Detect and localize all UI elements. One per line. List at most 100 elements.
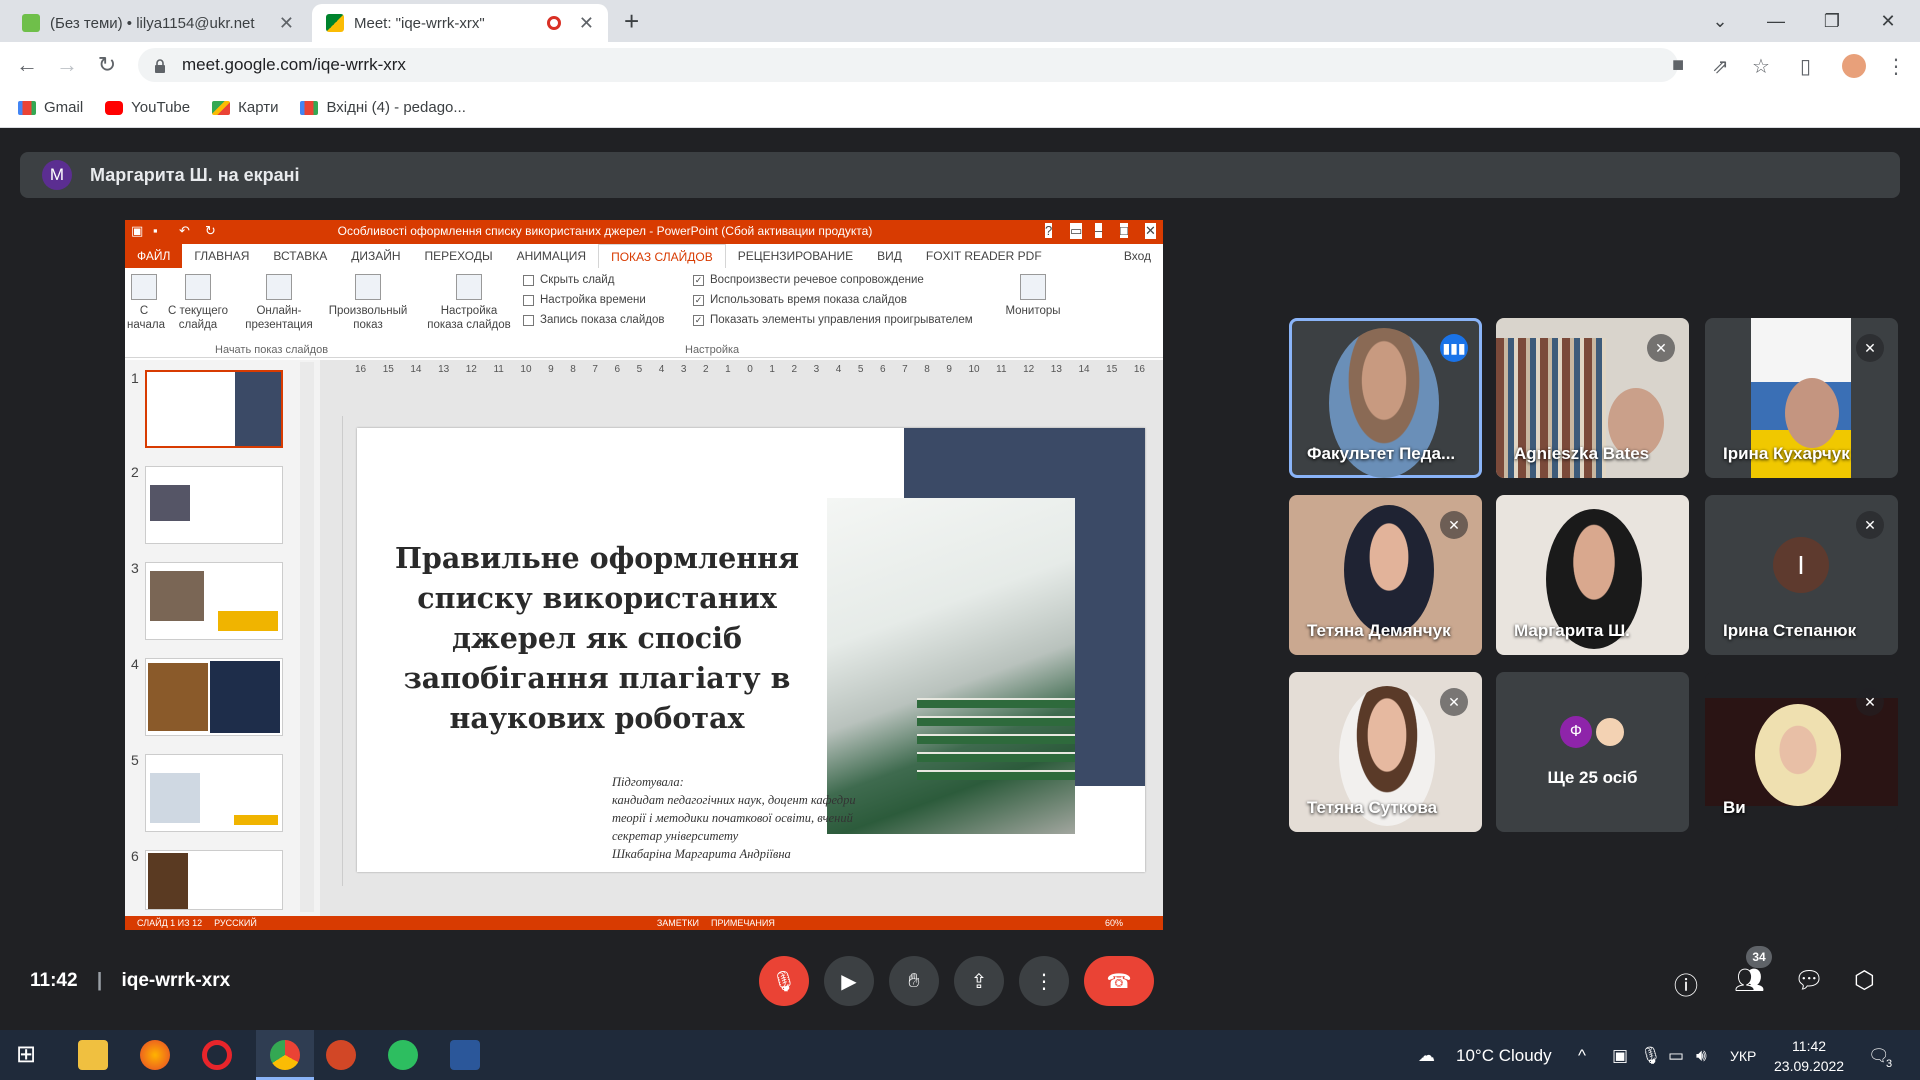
camera-toggle-button[interactable]: ▶ xyxy=(824,956,874,1006)
notification-count: 3 xyxy=(1886,1058,1893,1070)
participant-tile[interactable]: ✕ Agnieszka Bates xyxy=(1496,318,1689,478)
participant-name: Маргарита Ш. xyxy=(1514,621,1630,640)
mic-tray-icon[interactable]: 🎙︎ xyxy=(1640,1046,1662,1066)
participant-tile-others[interactable]: Ф Ще 25 осіб xyxy=(1496,672,1689,832)
close-icon[interactable]: ✕ xyxy=(579,13,594,34)
activities-icon[interactable]: ⬡ xyxy=(1854,966,1875,995)
mic-toggle-button[interactable]: 🎙︎ xyxy=(759,956,809,1006)
tab-mail[interactable]: (Без теми) • lilya1154@ukr.net ✕ xyxy=(8,4,308,42)
ruler-tick: 7 xyxy=(902,364,908,375)
tab-meet-title: Meet: "iqe-wrrk-xrx" xyxy=(354,14,485,32)
ppt-window-title: Особливості оформлення списку використан… xyxy=(337,224,873,238)
participant-name: Agnieszka Bates xyxy=(1514,444,1650,463)
participant-name: Факультет Педа... xyxy=(1307,444,1456,463)
end-call-button[interactable]: ☎ xyxy=(1084,956,1154,1006)
side-panel-icon[interactable]: ▯ xyxy=(1800,54,1811,79)
author-line: кандидат педагогічних наук, доцент кафед… xyxy=(612,793,856,807)
more-options-button[interactable]: ⋮ xyxy=(1019,956,1069,1006)
bookmark-gmail[interactable]: Gmail xyxy=(18,99,83,116)
ppt-tab-transitions: ПЕРЕХОДЫ xyxy=(424,249,493,263)
powerpoint-icon[interactable] xyxy=(326,1040,356,1070)
close-window-button[interactable]: ✕ xyxy=(1860,0,1916,42)
language-indicator[interactable]: УКР xyxy=(1730,1048,1756,1064)
people-icon[interactable]: 👥︎ xyxy=(1734,966,1764,995)
telegram-icon[interactable] xyxy=(388,1040,418,1070)
back-icon[interactable]: ← xyxy=(12,50,42,80)
bookmark-youtube[interactable]: YouTube xyxy=(105,99,190,116)
participant-tile[interactable]: ✕ Тетяна Демянчук xyxy=(1289,495,1482,655)
tab-meet[interactable]: Meet: "iqe-wrrk-xrx" ✕ xyxy=(312,4,608,42)
participant-tile-self[interactable]: ✕ Ви xyxy=(1705,672,1898,832)
word-icon[interactable] xyxy=(450,1040,480,1070)
minimize-button[interactable]: — xyxy=(1748,0,1804,42)
author-line: Підготувала: xyxy=(612,775,684,789)
meeting-code: iqe-wrrk-xrx xyxy=(121,970,231,991)
address-bar[interactable]: meet.google.com/iqe-wrrk-xrx xyxy=(138,48,1678,82)
youtube-icon xyxy=(105,100,124,115)
ribbon-label: Мониторы xyxy=(1005,305,1061,317)
mic-off-icon: ✕ xyxy=(1856,334,1884,362)
info-icon[interactable]: ⓘ xyxy=(1674,966,1698,1001)
ruler-tick: 8 xyxy=(570,364,576,375)
slide-thumbnail xyxy=(145,466,283,544)
bookmark-maps[interactable]: Карти xyxy=(212,99,278,116)
participant-tile[interactable]: І ✕ Ірина Степанюк xyxy=(1705,495,1898,655)
ruler-tick: 5 xyxy=(636,364,643,375)
present-screen-button[interactable]: ⇪ xyxy=(954,956,1004,1006)
profile-avatar[interactable] xyxy=(1842,54,1866,78)
maximize-button[interactable]: ❐ xyxy=(1804,0,1860,42)
meet-tray-icon[interactable]: ▣ xyxy=(1612,1046,1628,1066)
ruler-tick: 9 xyxy=(946,364,952,375)
bookmark-inbox[interactable]: Вхідні (4) - pedago... xyxy=(300,99,466,116)
ribbon-label: Использовать время показа слайдов xyxy=(710,294,907,306)
ruler-tick: 12 xyxy=(1023,364,1035,375)
ruler-tick: 1 xyxy=(725,364,731,375)
forward-icon[interactable]: → xyxy=(52,50,82,80)
thumb-number: 5 xyxy=(131,752,139,768)
mic-off-icon: ✕ xyxy=(1440,511,1468,539)
file-explorer-icon[interactable] xyxy=(78,1040,108,1070)
speaking-indicator-icon: ▮▮▮ xyxy=(1440,334,1468,362)
camera-icon: ▶ xyxy=(841,970,857,993)
paper-layer xyxy=(917,734,1075,744)
close-icon[interactable]: ✕ xyxy=(279,13,294,34)
weather-icon[interactable]: ☁ xyxy=(1418,1046,1435,1066)
mic-off-icon: ✕ xyxy=(1856,511,1884,539)
thumb-number: 3 xyxy=(131,560,139,576)
volume-icon[interactable]: 🔊︎ xyxy=(1696,1046,1707,1066)
reload-icon[interactable]: ↻ xyxy=(92,50,122,80)
ribbon-display-icon: ▭ xyxy=(1070,223,1083,239)
chat-icon[interactable]: 💬︎ xyxy=(1794,966,1824,995)
ruler-tick: 10 xyxy=(520,364,532,375)
weather-text[interactable]: 10°C Cloudy xyxy=(1456,1046,1552,1066)
tray-chevron-icon[interactable]: ^ xyxy=(1578,1046,1586,1066)
people-count-badge: 34 xyxy=(1746,946,1772,968)
participant-tile[interactable]: ▮▮▮ Факультет Педа... xyxy=(1289,318,1482,478)
ribbon-label: С текущего слайда xyxy=(167,305,228,331)
chrome-icon[interactable] xyxy=(270,1040,300,1070)
raise-hand-button[interactable]: ✋︎ xyxy=(889,956,939,1006)
windows-start-icon[interactable]: ⊞ xyxy=(16,1040,46,1070)
more-vert-icon: ⋮ xyxy=(1034,970,1054,993)
participant-tile[interactable]: ✕ Тетяна Суткова xyxy=(1289,672,1482,832)
share-icon[interactable]: ⇗ xyxy=(1712,54,1729,79)
firefox-icon[interactable] xyxy=(140,1040,170,1070)
slide-thumbnail xyxy=(145,850,283,910)
status-comments: ПРИМЕЧАНИЯ xyxy=(710,918,775,928)
ppt-tab-insert: ВСТАВКА xyxy=(273,249,328,263)
camera-indicator-icon[interactable]: ■ xyxy=(1672,54,1684,77)
participant-tile[interactable]: Маргарита Ш. xyxy=(1496,495,1689,655)
menu-dots-icon[interactable]: ⋮ xyxy=(1886,54,1906,79)
more-participants-label: Ще 25 осіб xyxy=(1547,768,1638,787)
taskbar-clock[interactable]: 11:42 23.09.2022 xyxy=(1774,1036,1844,1076)
tab-search-icon[interactable]: ⌄ xyxy=(1692,0,1748,42)
ruler-tick: 6 xyxy=(614,364,621,375)
bookmark-star-icon[interactable]: ☆ xyxy=(1752,54,1770,79)
network-icon[interactable]: ▭ xyxy=(1668,1046,1684,1066)
ppt-title-bar: ▣ ▪ ↶ ↻ Особливості оформлення списку ви… xyxy=(125,220,1163,244)
participant-tile[interactable]: ✕ Ірина Кухарчук xyxy=(1705,318,1898,478)
new-tab-button[interactable]: + xyxy=(624,6,639,37)
ruler-tick: 15 xyxy=(1106,364,1118,375)
opera-icon[interactable] xyxy=(202,1040,232,1070)
browser-tab-bar: (Без теми) • lilya1154@ukr.net ✕ Meet: "… xyxy=(0,0,1920,42)
